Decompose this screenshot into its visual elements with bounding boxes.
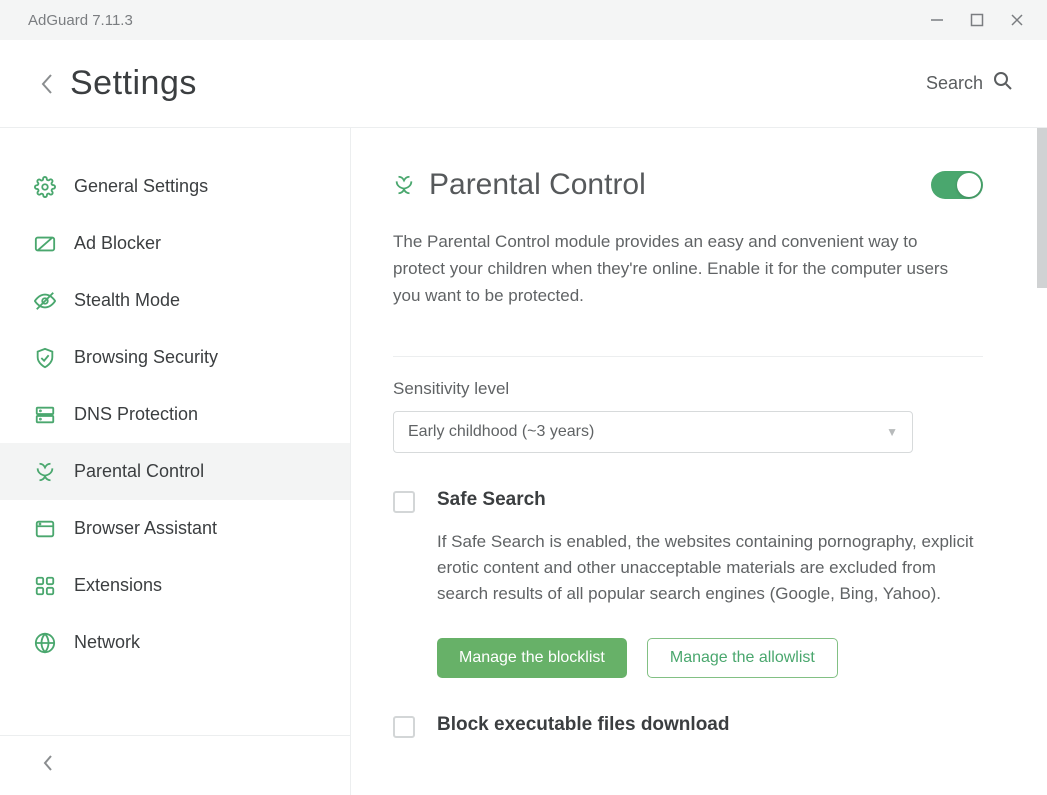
divider (393, 356, 983, 357)
browser-icon (34, 518, 56, 540)
block-exe-title: Block executable files download (437, 714, 729, 736)
close-button[interactable] (997, 0, 1037, 40)
parental-icon (393, 174, 415, 196)
main-area: Parental Control The Parental Control mo… (351, 128, 1047, 795)
sidebar-item-general[interactable]: General Settings (0, 158, 350, 215)
section-description: The Parental Control module provides an … (393, 228, 973, 310)
sidebar-item-label: Network (74, 632, 140, 653)
safe-search-title: Safe Search (437, 489, 977, 511)
titlebar: AdGuard 7.11.3 (0, 0, 1047, 40)
sidebar-item-extensions[interactable]: Extensions (0, 557, 350, 614)
sidebar-item-label: Browser Assistant (74, 518, 217, 539)
sidebar-item-network[interactable]: Network (0, 614, 350, 671)
collapse-sidebar-button[interactable] (42, 753, 54, 778)
sidebar-item-parental[interactable]: Parental Control (0, 443, 350, 500)
sensitivity-select[interactable]: Early childhood (~3 years) ▼ (393, 411, 913, 453)
scrollbar[interactable] (1037, 128, 1047, 288)
section-title: Parental Control (429, 168, 917, 202)
section-header: Parental Control (393, 168, 983, 202)
manage-allowlist-button[interactable]: Manage the allowlist (647, 638, 838, 678)
sidebar-item-dns[interactable]: DNS Protection (0, 386, 350, 443)
safe-search-desc: If Safe Search is enabled, the websites … (437, 529, 977, 608)
sidebar-item-label: Parental Control (74, 461, 204, 482)
page-header: Settings Search (0, 40, 1047, 128)
window-title: AdGuard 7.11.3 (28, 12, 133, 29)
sidebar: General Settings Ad Blocker Stealth Mode… (0, 128, 351, 795)
page-title: Settings (70, 64, 197, 103)
sidebar-item-ad-blocker[interactable]: Ad Blocker (0, 215, 350, 272)
chevron-down-icon: ▼ (886, 425, 898, 439)
safe-search-checkbox[interactable] (393, 491, 415, 513)
sidebar-item-label: Browsing Security (74, 347, 218, 368)
sidebar-item-label: DNS Protection (74, 404, 198, 425)
search-label: Search (926, 73, 983, 94)
minimize-button[interactable] (917, 0, 957, 40)
sidebar-item-stealth[interactable]: Stealth Mode (0, 272, 350, 329)
block-exe-checkbox[interactable] (393, 716, 415, 738)
sensitivity-label: Sensitivity level (393, 379, 983, 399)
sidebar-item-browser-assistant[interactable]: Browser Assistant (0, 500, 350, 557)
sidebar-item-label: Ad Blocker (74, 233, 161, 254)
server-icon (34, 404, 56, 426)
search-button[interactable]: Search (926, 71, 1013, 96)
sensitivity-selected: Early childhood (~3 years) (408, 423, 594, 441)
sidebar-item-label: Stealth Mode (74, 290, 180, 311)
sidebar-footer (0, 735, 350, 795)
grid-icon (34, 575, 56, 597)
manage-blocklist-button[interactable]: Manage the blocklist (437, 638, 627, 678)
safe-search-option: Safe Search If Safe Search is enabled, t… (393, 489, 983, 678)
search-icon (993, 71, 1013, 96)
maximize-button[interactable] (957, 0, 997, 40)
shield-icon (34, 347, 56, 369)
sidebar-item-browsing-security[interactable]: Browsing Security (0, 329, 350, 386)
globe-icon (34, 632, 56, 654)
block-icon (34, 233, 56, 255)
parental-control-toggle[interactable] (931, 171, 983, 199)
parental-icon (34, 461, 56, 483)
sidebar-item-label: Extensions (74, 575, 162, 596)
eye-off-icon (34, 290, 56, 312)
back-button[interactable] (34, 71, 60, 97)
gear-icon (34, 176, 56, 198)
sidebar-item-label: General Settings (74, 176, 208, 197)
block-exe-option: Block executable files download (393, 714, 983, 738)
